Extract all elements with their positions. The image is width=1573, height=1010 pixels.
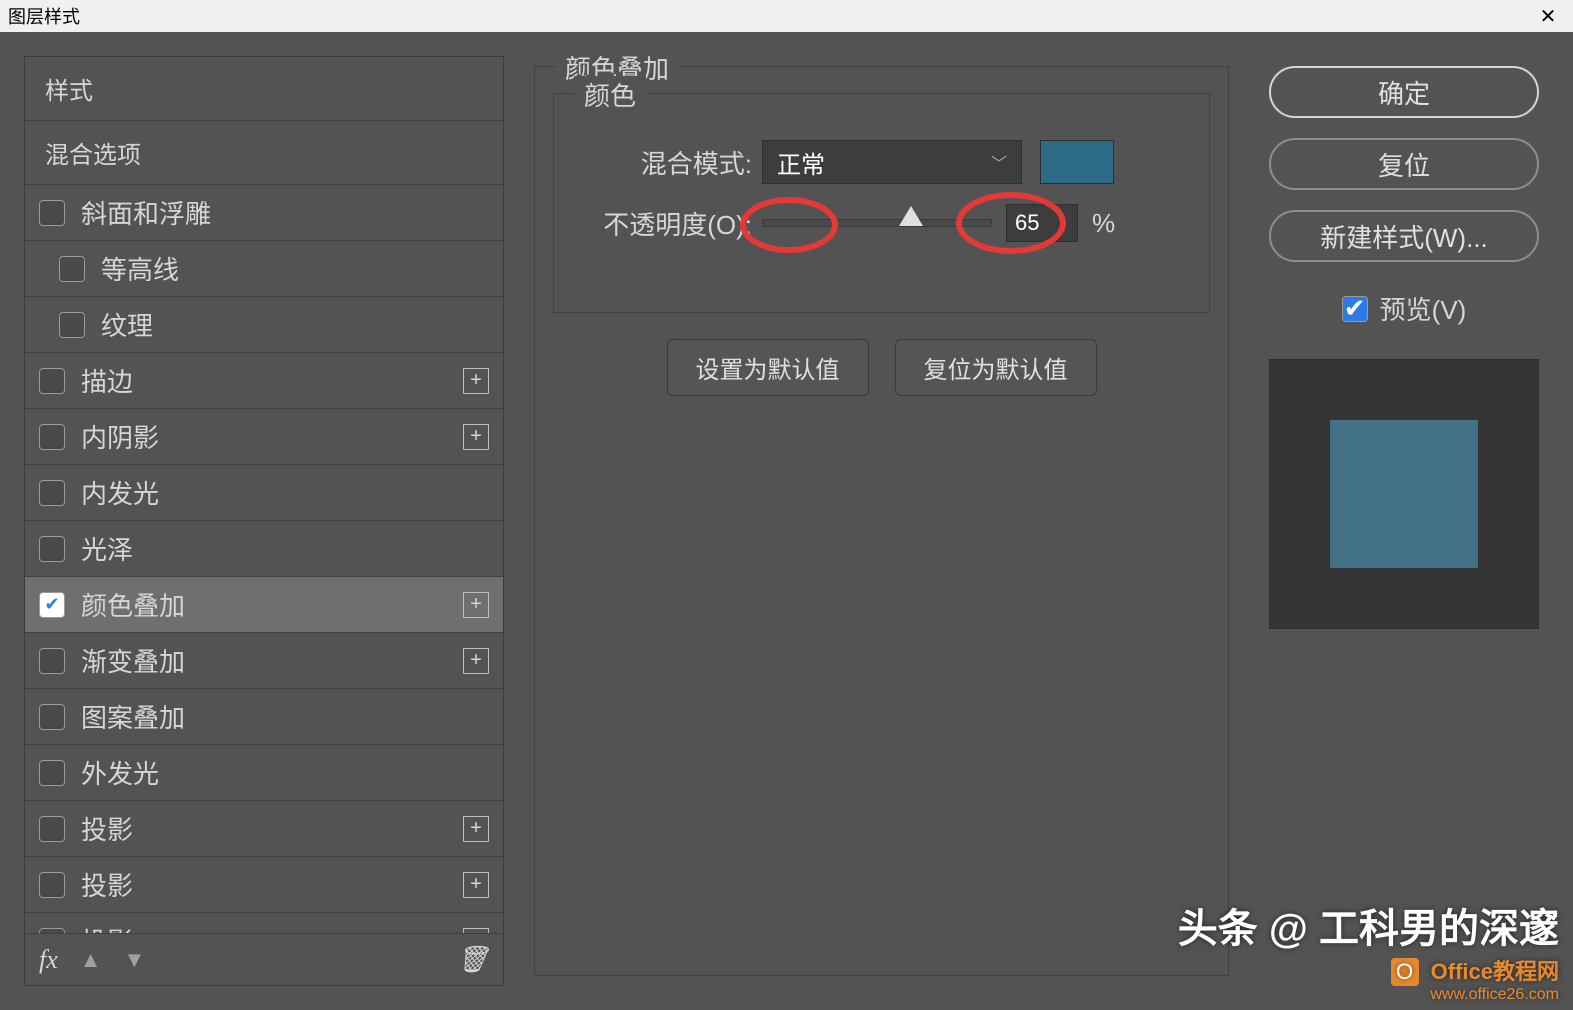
plus-icon[interactable]: +	[463, 648, 489, 674]
style-item-8[interactable]: 渐变叠加+	[25, 633, 503, 689]
preview-swatch	[1330, 420, 1478, 568]
blend-mode-select[interactable]: 正常 ﹀	[762, 140, 1022, 184]
arrow-up-icon[interactable]: ▲	[80, 947, 102, 973]
style-checkbox[interactable]	[39, 648, 65, 674]
plus-icon[interactable]: +	[463, 592, 489, 618]
blend-mode-value: 正常	[777, 145, 825, 180]
fx-icon[interactable]: fx	[39, 945, 58, 975]
style-item-4[interactable]: 内阴影+	[25, 409, 503, 465]
style-item-13[interactable]: 投影+	[25, 913, 503, 933]
style-label: 斜面和浮雕	[81, 194, 489, 231]
style-checkbox[interactable]	[59, 256, 85, 282]
style-item-12[interactable]: 投影+	[25, 857, 503, 913]
style-label: 投影	[81, 866, 463, 903]
title-bar: 图层样式 ✕	[0, 0, 1573, 32]
plus-icon[interactable]: +	[463, 368, 489, 394]
preview-row[interactable]: ✔ 预览(V)	[1342, 290, 1467, 327]
blend-mode-row: 混合模式: 正常 ﹀	[572, 140, 1191, 184]
color-group: 颜色 混合模式: 正常 ﹀ 不透明度(O): %	[553, 93, 1210, 313]
trash-icon[interactable]: 🗑	[456, 944, 489, 975]
style-item-7[interactable]: 颜色叠加+	[25, 577, 503, 633]
opacity-row: 不透明度(O): %	[572, 204, 1191, 242]
style-label: 图案叠加	[81, 698, 489, 735]
style-label: 纹理	[101, 306, 489, 343]
color-overlay-group: 颜色叠加 颜色 混合模式: 正常 ﹀ 不透明度(O):	[534, 66, 1229, 976]
style-label: 颜色叠加	[81, 586, 463, 623]
style-label: 光泽	[81, 530, 489, 567]
opacity-slider[interactable]	[762, 219, 992, 227]
opacity-input[interactable]	[1006, 204, 1078, 242]
style-checkbox[interactable]	[39, 872, 65, 898]
style-item-5[interactable]: 内发光	[25, 465, 503, 521]
chevron-down-icon: ﹀	[991, 150, 1007, 174]
blending-options-item[interactable]: 混合选项	[25, 121, 503, 185]
style-item-1[interactable]: 等高线	[25, 241, 503, 297]
styles-header: 样式	[25, 57, 503, 121]
plus-icon[interactable]: +	[463, 872, 489, 898]
dialog-body: 样式 混合选项 斜面和浮雕等高线纹理描边+内阴影+内发光光泽颜色叠加+渐变叠加+…	[0, 32, 1573, 1010]
style-item-10[interactable]: 外发光	[25, 745, 503, 801]
style-list: 样式 混合选项 斜面和浮雕等高线纹理描边+内阴影+内发光光泽颜色叠加+渐变叠加+…	[25, 57, 503, 933]
plus-icon[interactable]: +	[463, 816, 489, 842]
style-checkbox[interactable]	[39, 704, 65, 730]
style-item-6[interactable]: 光泽	[25, 521, 503, 577]
style-item-9[interactable]: 图案叠加	[25, 689, 503, 745]
ok-button[interactable]: 确定	[1269, 66, 1539, 118]
default-buttons-row: 设置为默认值 复位为默认值	[553, 339, 1210, 396]
style-checkbox[interactable]	[39, 480, 65, 506]
slider-thumb[interactable]	[899, 206, 923, 226]
style-label: 内发光	[81, 474, 489, 511]
options-panel: 颜色叠加 颜色 混合模式: 正常 ﹀ 不透明度(O):	[534, 56, 1229, 986]
window-title: 图层样式	[8, 3, 80, 29]
style-item-2[interactable]: 纹理	[25, 297, 503, 353]
styles-panel: 样式 混合选项 斜面和浮雕等高线纹理描边+内阴影+内发光光泽颜色叠加+渐变叠加+…	[24, 56, 504, 986]
style-label: 投影	[81, 922, 463, 933]
style-item-11[interactable]: 投影+	[25, 801, 503, 857]
style-label: 内阴影	[81, 418, 463, 455]
close-icon[interactable]: ✕	[1523, 0, 1573, 32]
percent-sign: %	[1092, 208, 1115, 239]
style-label: 描边	[81, 362, 463, 399]
style-label: 外发光	[81, 754, 489, 791]
opacity-label: 不透明度(O):	[572, 205, 752, 242]
style-checkbox[interactable]	[39, 592, 65, 618]
blend-mode-label: 混合模式:	[572, 144, 752, 181]
style-checkbox[interactable]	[39, 816, 65, 842]
action-panel: 确定 复位 新建样式(W)... ✔ 预览(V)	[1259, 56, 1549, 986]
style-item-0[interactable]: 斜面和浮雕	[25, 185, 503, 241]
style-checkbox[interactable]	[39, 424, 65, 450]
style-checkbox[interactable]	[59, 312, 85, 338]
new-style-button[interactable]: 新建样式(W)...	[1269, 210, 1539, 262]
preview-box	[1269, 359, 1539, 629]
style-checkbox[interactable]	[39, 536, 65, 562]
style-checkbox[interactable]	[39, 368, 65, 394]
style-item-3[interactable]: 描边+	[25, 353, 503, 409]
preview-label: 预览(V)	[1380, 290, 1467, 327]
plus-icon[interactable]: +	[463, 424, 489, 450]
color-legend: 颜色	[574, 76, 646, 113]
style-checkbox[interactable]	[39, 760, 65, 786]
style-checkbox[interactable]	[39, 200, 65, 226]
make-default-button[interactable]: 设置为默认值	[667, 339, 869, 396]
reset-default-button[interactable]: 复位为默认值	[895, 339, 1097, 396]
color-swatch[interactable]	[1040, 140, 1114, 184]
style-label: 投影	[81, 810, 463, 847]
preview-checkbox[interactable]: ✔	[1342, 296, 1368, 322]
reset-button[interactable]: 复位	[1269, 138, 1539, 190]
style-list-footer: fx ▲ ▼ 🗑	[25, 933, 503, 985]
arrow-down-icon[interactable]: ▼	[124, 947, 146, 973]
style-label: 渐变叠加	[81, 642, 463, 679]
style-label: 等高线	[101, 250, 489, 287]
